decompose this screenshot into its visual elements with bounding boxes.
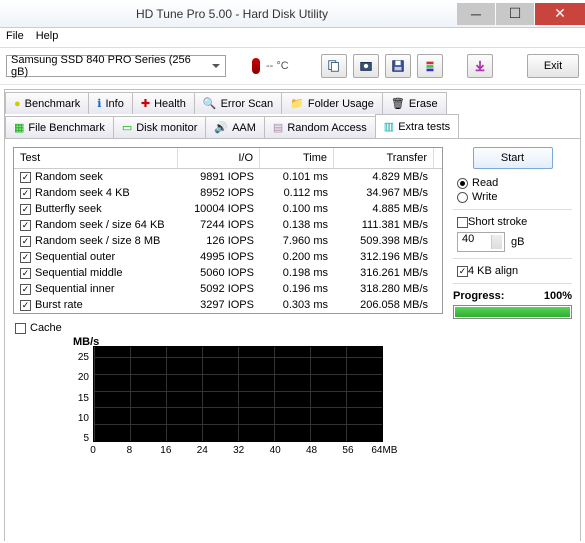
transfer-chart: MB/s 5101520250816243240485664MB (73, 338, 383, 456)
table-row[interactable]: ✓Butterfly seek10004 IOPS0.100 ms4.885 M… (14, 201, 442, 217)
table-row[interactable]: ✓Random seek / size 8 MB126 IOPS7.960 ms… (14, 233, 442, 249)
progress-value: 100% (544, 290, 572, 302)
col-transfer[interactable]: Transfer (334, 148, 434, 168)
tab-extra-tests[interactable]: ▥Extra tests (375, 114, 459, 138)
short-stroke-input[interactable]: 40 (457, 232, 505, 252)
toolbar: Samsung SSD 840 PRO Series (256 gB) -- °… (0, 48, 585, 85)
save-button[interactable] (385, 54, 411, 78)
progress-bar (453, 305, 572, 319)
tab-random-access[interactable]: ▤Random Access (264, 116, 376, 138)
tab-health[interactable]: ✚Health (132, 92, 195, 114)
table-row[interactable]: ✓Random seek / size 64 KB7244 IOPS0.138 … (14, 217, 442, 233)
table-row[interactable]: ✓Sequential inner5092 IOPS0.196 ms318.28… (14, 281, 442, 297)
thermometer-icon (252, 58, 260, 74)
tab-folder-usage[interactable]: 📁Folder Usage (281, 92, 383, 114)
maximize-button[interactable]: ☐ (496, 3, 534, 25)
menu-file[interactable]: File (6, 30, 24, 45)
results-table: Test I/O Time Transfer ✓Random seek9891 … (13, 147, 443, 314)
menu-help[interactable]: Help (36, 30, 59, 45)
table-row[interactable]: ✓Random seek 4 KB8952 IOPS0.112 ms34.967… (14, 185, 442, 201)
minimize-button[interactable]: ─ (457, 3, 495, 25)
copy-button[interactable] (321, 54, 347, 78)
tab-disk-monitor[interactable]: ▭Disk monitor (113, 116, 207, 138)
tab-info[interactable]: ℹInfo (88, 92, 133, 114)
align-checkbox[interactable]: ✓4 KB align (457, 265, 572, 277)
table-row[interactable]: ✓Random seek9891 IOPS0.101 ms4.829 MB/s (14, 169, 442, 185)
tab-benchmark[interactable]: ●Benchmark (5, 92, 89, 114)
tab-row-1: ●Benchmark ℹInfo ✚Health 🔍Error Scan 📁Fo… (5, 90, 580, 114)
read-radio[interactable]: Read (457, 177, 572, 189)
progress-label: Progress: (453, 290, 504, 302)
cache-checkbox[interactable]: Cache (15, 322, 443, 334)
table-row[interactable]: ✓Sequential outer4995 IOPS0.200 ms312.19… (14, 249, 442, 265)
window-title: HD Tune Pro 5.00 - Hard Disk Utility (8, 7, 456, 21)
download-button[interactable] (467, 54, 493, 78)
menubar: File Help (0, 28, 585, 48)
tab-erase[interactable]: 🗑Erase (382, 92, 447, 114)
start-button[interactable]: Start (473, 147, 553, 169)
exit-button[interactable]: Exit (527, 54, 579, 78)
titlebar: HD Tune Pro 5.00 - Hard Disk Utility ─ ☐… (0, 0, 585, 28)
options-button[interactable] (417, 54, 443, 78)
tab-error-scan[interactable]: 🔍Error Scan (194, 92, 282, 114)
close-button[interactable]: ✕ (535, 3, 585, 25)
tab-aam[interactable]: 🔊AAM (205, 116, 265, 138)
col-io[interactable]: I/O (178, 148, 260, 168)
col-time[interactable]: Time (260, 148, 334, 168)
col-test[interactable]: Test (14, 148, 178, 168)
short-stroke-checkbox[interactable]: Short stroke (457, 216, 572, 228)
temperature-value: -- °C (266, 60, 289, 72)
table-row[interactable]: ✓Sequential middle5060 IOPS0.198 ms316.2… (14, 265, 442, 281)
tab-file-benchmark[interactable]: ▦File Benchmark (5, 116, 114, 138)
write-radio[interactable]: Write (457, 191, 572, 203)
drive-select[interactable]: Samsung SSD 840 PRO Series (256 gB) (6, 55, 226, 77)
tab-row-2: ▦File Benchmark ▭Disk monitor 🔊AAM ▤Rand… (5, 114, 580, 138)
screenshot-button[interactable] (353, 54, 379, 78)
table-row[interactable]: ✓Burst rate3297 IOPS0.303 ms206.058 MB/s (14, 297, 442, 313)
